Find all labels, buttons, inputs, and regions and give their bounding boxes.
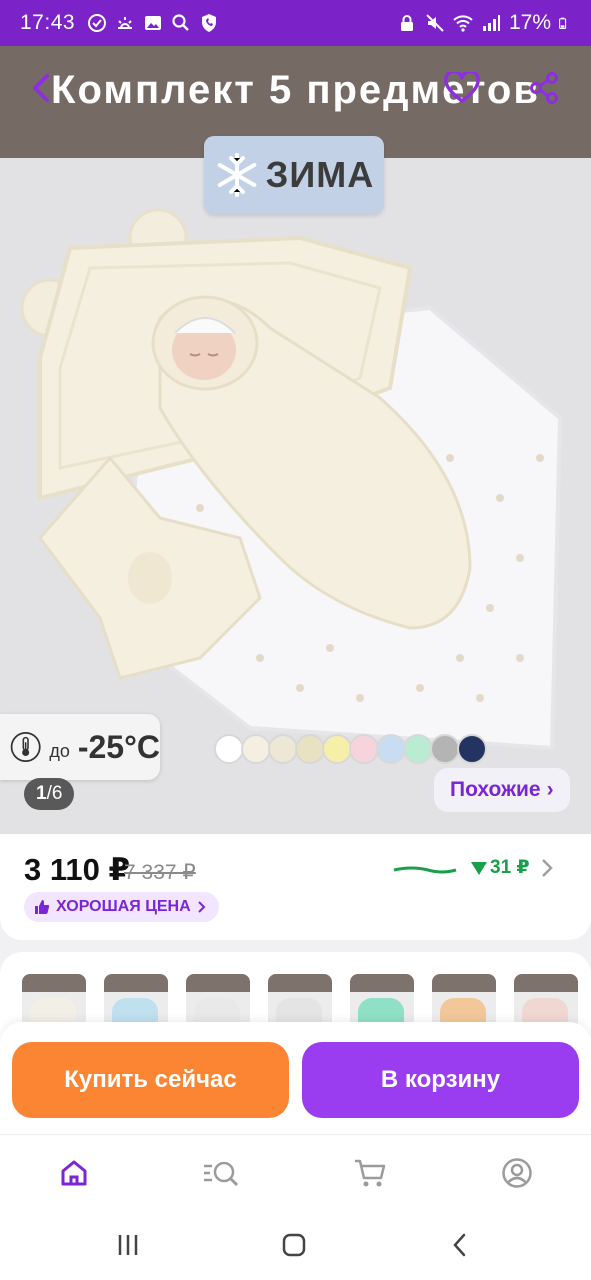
buy-now-button[interactable]: Купить сейчас — [12, 1042, 289, 1118]
color-swatch[interactable] — [430, 734, 460, 764]
product-screen: 17:43 17% Комплект 5 предметов ЗИМА до -… — [0, 0, 591, 1280]
battery-percent: 17% — [508, 11, 551, 34]
back-chevron-icon — [453, 1233, 466, 1257]
temperature-prefix: до — [49, 740, 70, 761]
back-button[interactable] — [20, 66, 64, 110]
profile-icon — [502, 1158, 532, 1188]
snowflake-icon — [217, 153, 257, 197]
wifi-icon — [453, 15, 473, 32]
season-badge: ЗИМА — [204, 136, 384, 214]
signal-icon — [482, 15, 500, 31]
mute-icon — [426, 14, 444, 32]
variant-thumbnail-banner — [22, 974, 86, 992]
chevron-right-icon: › — [546, 778, 554, 801]
variant-thumbnail-banner — [104, 974, 168, 992]
price-drop: 31 ₽ — [470, 856, 530, 879]
chevron-right-icon — [197, 901, 206, 913]
battery-icon — [559, 17, 567, 29]
share-icon — [530, 72, 558, 104]
color-swatch[interactable] — [403, 734, 433, 764]
color-swatch[interactable] — [349, 734, 379, 764]
tab-home[interactable] — [48, 1149, 100, 1197]
price-trend-icon — [393, 866, 457, 874]
action-bar: Купить сейчас В корзину — [0, 1022, 591, 1134]
back-system-button[interactable] — [440, 1228, 480, 1262]
product-gallery[interactable]: Комплект 5 предметов ЗИМА до -25°C 1 / 6… — [0, 46, 591, 834]
photo-counter-current: 1 — [36, 783, 47, 804]
tab-catalog[interactable] — [196, 1149, 248, 1197]
color-swatch[interactable] — [457, 734, 487, 764]
color-swatch[interactable] — [322, 734, 352, 764]
status-time: 17:43 — [20, 11, 76, 34]
color-swatch[interactable] — [268, 734, 298, 764]
similar-button[interactable]: Похожие › — [434, 768, 570, 812]
sunrise-icon — [118, 17, 133, 29]
favorite-button[interactable] — [440, 66, 484, 110]
check-circle-icon — [88, 14, 107, 32]
color-swatches[interactable] — [214, 734, 487, 764]
banner-title: Комплект 5 предметов — [51, 68, 540, 112]
variant-thumbnail-banner — [186, 974, 250, 992]
chevron-right-icon — [542, 859, 553, 877]
color-swatch[interactable] — [214, 734, 244, 764]
home-icon — [61, 1160, 87, 1186]
image-icon — [145, 16, 162, 30]
variant-thumbnail-banner — [432, 974, 496, 992]
price-card[interactable]: 3 110 ₽ 7 337 ₽ 31 ₽ ХОРОШАЯ ЦЕНА — [0, 834, 591, 940]
variant-thumbnail-banner — [268, 974, 332, 992]
thumbs-up-icon — [35, 900, 50, 914]
price-drop-value: 31 ₽ — [490, 857, 530, 878]
status-notification-icons — [87, 13, 219, 33]
system-navigation — [0, 1210, 591, 1280]
variant-thumbnail-banner — [350, 974, 414, 992]
home-square-icon — [282, 1233, 306, 1257]
shield-phone-icon — [202, 14, 217, 32]
chevron-left-icon — [33, 74, 49, 102]
triangle-down-icon — [471, 861, 487, 875]
recents-button[interactable] — [108, 1228, 148, 1262]
photo-counter-total: 6 — [51, 783, 63, 804]
lock-icon — [400, 15, 413, 31]
cart-icon — [355, 1159, 386, 1187]
photo-counter: 1/6 — [24, 778, 75, 810]
thermometer-icon — [10, 732, 41, 762]
status-bar: 17:43 17% — [0, 0, 591, 46]
temperature-badge: до -25°C — [0, 714, 160, 780]
current-price: 3 110 ₽ — [24, 852, 131, 887]
tab-cart[interactable] — [344, 1149, 396, 1197]
recents-icon — [118, 1235, 138, 1255]
catalog-search-icon — [204, 1161, 239, 1187]
old-price: 7 337 ₽ — [124, 861, 196, 884]
season-label: ЗИМА — [265, 154, 375, 195]
color-swatch[interactable] — [376, 734, 406, 764]
heart-icon — [444, 72, 480, 103]
search-icon — [172, 14, 189, 31]
color-swatch[interactable] — [295, 734, 325, 764]
color-swatch[interactable] — [241, 734, 271, 764]
home-system-button[interactable] — [274, 1228, 314, 1262]
add-to-cart-button[interactable]: В корзину — [302, 1042, 579, 1118]
bottom-navigation — [0, 1134, 591, 1210]
status-system-icons: 17% — [397, 11, 571, 35]
variant-thumbnail-banner — [514, 974, 578, 992]
similar-label: Похожие — [450, 778, 541, 801]
tab-profile[interactable] — [491, 1149, 543, 1197]
good-price-badge[interactable]: ХОРОШАЯ ЦЕНА — [24, 892, 219, 922]
share-button[interactable] — [522, 66, 566, 110]
good-price-label: ХОРОШАЯ ЦЕНА — [56, 898, 191, 915]
temperature-value: -25°C — [77, 728, 160, 765]
